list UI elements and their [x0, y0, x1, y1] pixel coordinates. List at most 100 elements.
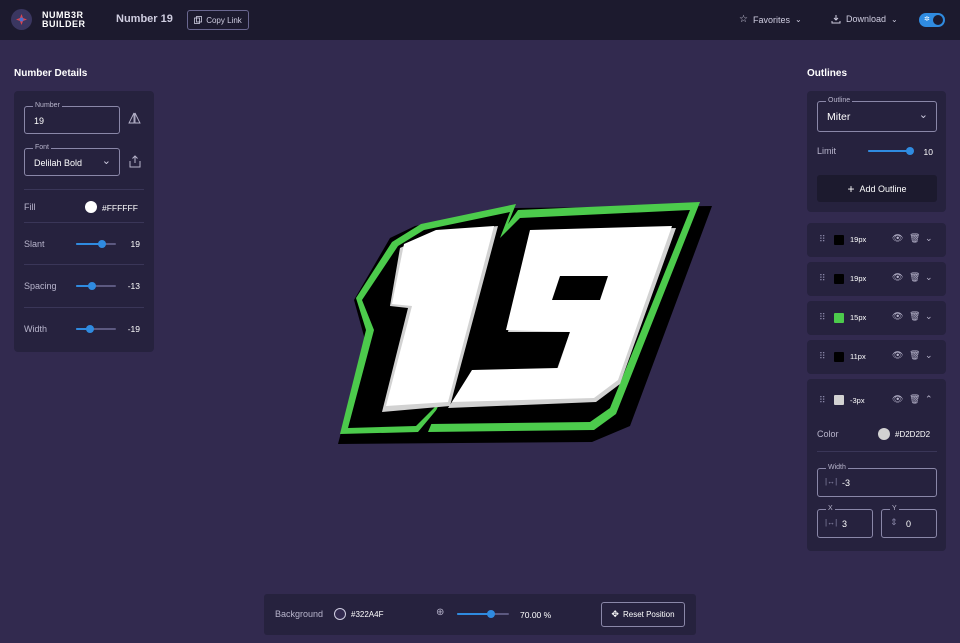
digit-nine-counter	[552, 276, 608, 300]
move-icon: ✥	[611, 609, 619, 619]
outline-layer-item-expanded[interactable]: ⠿ -3px 👁 🗑 ⌃ Color #D2D2D2 Width |↔| -3 …	[807, 379, 946, 551]
star-icon: ☆	[739, 14, 748, 25]
drag-handle-icon[interactable]: ⠿	[819, 313, 826, 322]
divider	[24, 189, 144, 190]
download-menu[interactable]: Download ⌄	[831, 14, 898, 24]
outline-type-select[interactable]: Outline Miter ⌄	[817, 96, 937, 132]
outlines-title: Outlines	[807, 68, 848, 79]
chevron-up-icon[interactable]: ⌃	[925, 394, 933, 405]
eye-icon[interactable]: 👁	[892, 350, 903, 361]
chevron-down-icon[interactable]: ⌄	[925, 311, 933, 322]
outline-settings-panel: Outline Miter ⌄ Limit 10 + Add Outline	[807, 91, 946, 212]
limit-value: 10	[923, 147, 933, 157]
zoom-value: 70.00 %	[520, 610, 552, 620]
width-icon: |↔|	[825, 477, 838, 486]
number-preview[interactable]	[320, 180, 730, 460]
reset-position-button[interactable]: ✥ Reset Position	[601, 602, 685, 627]
outline-layer-item[interactable]: ⠿ 19px 👁 🗑 ⌄	[807, 262, 946, 296]
fill-swatch[interactable]	[85, 201, 97, 213]
layer-size: 11px	[850, 352, 866, 361]
layer-width-field[interactable]: Width |↔| -3	[817, 463, 937, 497]
number-glyph-group	[338, 202, 712, 444]
trash-icon[interactable]: 🗑	[909, 311, 920, 322]
layer-color-swatch[interactable]	[834, 235, 844, 245]
moon-icon	[933, 15, 943, 25]
eye-icon[interactable]: 👁	[892, 394, 903, 405]
width-value: -19	[127, 324, 140, 334]
mirror-icon[interactable]	[128, 112, 141, 128]
drag-handle-icon[interactable]: ⠿	[819, 235, 826, 244]
layer-x-field[interactable]: X |↔| 3	[817, 504, 873, 538]
logo-wordmark[interactable]: NUMB3R BUILDER	[42, 11, 86, 29]
font-select[interactable]: Font Delilah Bold ⌄	[24, 143, 120, 176]
chevron-down-icon: ⌄	[794, 15, 802, 24]
width-slider[interactable]	[76, 325, 116, 333]
eye-icon[interactable]: 👁	[892, 233, 903, 244]
eye-icon[interactable]: 👁	[892, 272, 903, 283]
background-value: #322A4F	[351, 610, 384, 619]
layer-size: 19px	[850, 274, 867, 283]
spacing-label: Spacing	[24, 281, 57, 291]
layer-size: -3px	[850, 396, 865, 405]
layer-color-swatch[interactable]	[834, 395, 844, 405]
divider	[24, 222, 144, 223]
width-label: Width	[24, 324, 48, 334]
trash-icon[interactable]: 🗑	[909, 350, 920, 361]
favorites-menu[interactable]: ☆ Favorites ⌄	[739, 14, 802, 25]
chevron-down-icon[interactable]: ⌄	[925, 272, 933, 283]
layer-size: 19px	[850, 235, 867, 244]
logo-icon[interactable]	[11, 9, 32, 30]
zoom-icon: ⊕	[436, 607, 445, 618]
zoom-slider[interactable]	[457, 610, 509, 618]
outline-layer-item[interactable]: ⠿ 11px 👁 🗑 ⌄	[807, 340, 946, 374]
slant-value: 19	[130, 239, 140, 249]
copy-icon	[194, 16, 203, 24]
trash-icon[interactable]: 🗑	[909, 394, 920, 405]
layer-size: 15px	[850, 313, 867, 322]
divider	[24, 264, 144, 265]
x-offset-icon: |↔|	[825, 518, 838, 527]
top-bar: NUMB3R BUILDER Number 19 Copy Link ☆ Fav…	[0, 0, 960, 40]
chevron-down-icon[interactable]: ⌄	[925, 350, 933, 361]
sun-icon: ✲	[924, 16, 930, 23]
outline-layer-item[interactable]: ⠿ 15px 👁 🗑 ⌄	[807, 301, 946, 335]
copy-link-button[interactable]: Copy Link	[187, 10, 249, 30]
y-offset-icon: ⇕	[890, 517, 898, 527]
divider	[24, 307, 144, 308]
layer-color-label: Color	[817, 429, 839, 439]
canvas-controls-bar: Background #322A4F ⊕ 70.00 % ✥ Reset Pos…	[264, 594, 696, 635]
drag-handle-icon[interactable]: ⠿	[819, 274, 826, 283]
download-icon	[831, 15, 841, 24]
plus-icon: +	[847, 181, 855, 196]
number-field[interactable]: Number 19	[24, 101, 120, 134]
add-outline-button[interactable]: + Add Outline	[817, 175, 937, 202]
trash-icon[interactable]: 🗑	[909, 272, 920, 283]
layer-color-swatch[interactable]	[834, 313, 844, 323]
background-swatch[interactable]	[334, 608, 346, 620]
drag-handle-icon[interactable]: ⠿	[819, 352, 826, 361]
slant-label: Slant	[24, 239, 45, 249]
page-title: Number 19	[116, 13, 173, 25]
chevron-down-icon[interactable]: ⌄	[925, 233, 933, 244]
limit-slider[interactable]	[868, 147, 914, 155]
eye-icon[interactable]: 👁	[892, 311, 903, 322]
dark-mode-toggle[interactable]: ✲	[919, 13, 945, 27]
number-details-panel: Number 19 Font Delilah Bold ⌄ Fill #FFFF…	[14, 91, 154, 352]
fill-value: #FFFFFF	[102, 203, 138, 213]
limit-label: Limit	[817, 146, 837, 156]
layer-y-field[interactable]: Y ⇕ 0	[881, 504, 937, 538]
layer-color-value: #D2D2D2	[895, 430, 931, 439]
upload-font-icon[interactable]	[129, 155, 141, 171]
number-details-title: Number Details	[14, 68, 88, 79]
drag-handle-icon[interactable]: ⠿	[819, 396, 826, 405]
trash-icon[interactable]: 🗑	[909, 233, 920, 244]
chevron-down-icon: ⌄	[918, 109, 928, 121]
chevron-down-icon: ⌄	[891, 14, 898, 24]
spacing-slider[interactable]	[76, 282, 116, 290]
layer-color-swatch[interactable]	[834, 352, 844, 362]
layer-color-swatch[interactable]	[834, 274, 844, 284]
spacing-value: -13	[127, 281, 140, 291]
layer-color-picker[interactable]	[878, 428, 890, 440]
outline-layer-item[interactable]: ⠿ 19px 👁 🗑 ⌄	[807, 223, 946, 257]
slant-slider[interactable]	[76, 240, 116, 248]
